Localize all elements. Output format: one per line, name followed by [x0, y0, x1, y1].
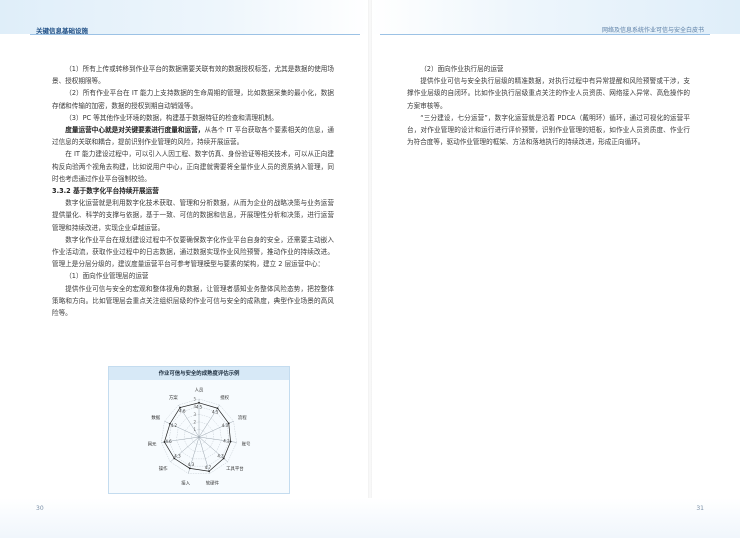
radar-value-label: 4.5 — [196, 405, 203, 410]
paragraph: （1）所有上传或转移到作业平台的数据需要关联有效的数据授权标签，尤其是数据的使用… — [52, 65, 334, 86]
radar-chart: 人员授权流程账号工具平台软硬件接入操作网元数据方案123454.54.54.34… — [148, 387, 251, 486]
radar-axis-label: 流程 — [238, 414, 247, 421]
radar-value-label: 4.3 — [222, 423, 229, 428]
radar-value-label: 4.2 — [223, 439, 230, 444]
radar-value-label: 4.6 — [179, 409, 186, 414]
paragraph: 在 IT 能力建设过程中，可以引入人因工程、数字仿真、身份验证等相关技术，可以从… — [52, 150, 334, 183]
radar-tick-label: 1 — [193, 427, 196, 432]
radar-axis-label: 网元 — [148, 442, 157, 448]
radar-axis-label: 软硬件 — [206, 479, 220, 486]
radar-axis-label: 授权 — [220, 394, 229, 401]
radar-tick-label: 5 — [193, 397, 196, 402]
radar-value-label: 4.5 — [212, 409, 219, 414]
radar-data-point — [198, 401, 200, 404]
radar-value-label: 4.7 — [205, 465, 212, 470]
radar-value-label: 4.3 — [188, 462, 195, 467]
radar-axis-label: 方案 — [169, 394, 178, 401]
radar-axis-label: 操作 — [159, 465, 168, 472]
bold-lead: 度量运营中心就是对关键要素进行度量和运营， — [65, 126, 205, 135]
paragraph: （2）面向作业执行层的运营 — [420, 65, 504, 73]
radar-tick-label: 3 — [193, 412, 196, 417]
header-right-title: 网络及信息系统作业可信与安全白皮书 — [601, 27, 704, 34]
page-number-right: 31 — [696, 505, 704, 512]
radar-axis-label: 接入 — [181, 479, 190, 486]
radar-data-point — [229, 440, 232, 443]
radar-data-point — [188, 467, 191, 470]
header-divider-right — [380, 34, 710, 35]
paragraph: 提供作业可信与安全的宏观和整体视角的数据，让管理者感知业务整体风险态势，把控整体… — [52, 284, 334, 318]
radar-value-label: 4.2 — [171, 423, 178, 428]
paragraph: （3）PC 等其他作业环境的数据，构建基于数据特征的检查和清理机制。 — [65, 113, 278, 122]
paragraph: （2）所有作业平台在 IT 能力上支持数据的生命周期的管理，比如数据采集的最小化… — [52, 89, 334, 110]
paragraph: 数字化作业平台在规划建设过程中不仅要确保数字化作业平台自身的安全，还需要主动嵌入… — [52, 235, 334, 269]
document-spread: 关键信息基础设施 网络及信息系统作业可信与安全白皮书 （1）所有上传或转移到作业… — [0, 0, 740, 538]
paragraph: 数字化运营就是利用数字化技术获取、管理和分析数据，从而为企业的战略决策与业务运营… — [52, 199, 334, 232]
radar-axis-label: 数据 — [151, 414, 160, 421]
radar-tick-label: 2 — [193, 419, 196, 424]
footer-band — [0, 498, 740, 538]
header-divider-left — [30, 34, 360, 35]
radar-value-label: 4.6 — [165, 439, 172, 444]
page-gutter — [368, 0, 372, 538]
left-page-text: （1）所有上传或转移到作业平台的数据需要关联有效的数据授权标签，尤其是数据的使用… — [52, 63, 334, 319]
chart-title: 作业可信与安全的成熟度评估示例 — [158, 371, 240, 377]
paragraph: 度量运营中心就是对关键要素进行度量和运营，从各个 IT 平台获取各个要素相关的信… — [52, 124, 334, 148]
right-page-text: （2）面向作业执行层的运营 提供作业可信与安全执行层级的精准数据，对执行过程中有… — [407, 63, 690, 148]
paragraph: 提供作业可信与安全执行层级的精准数据，对执行过程中有异常提醒和风险预警或干涉，支… — [407, 77, 690, 110]
radar-axis-label: 人员 — [195, 387, 204, 393]
radar-axis-label: 账号 — [242, 441, 251, 448]
page-number-left: 30 — [36, 505, 44, 512]
paragraph: （1）面向作业管理层的运营 — [65, 272, 149, 281]
radar-value-label: 4.3 — [217, 453, 224, 458]
radar-value-label: 4.3 — [174, 453, 181, 458]
section-heading: 3.3.2 基于数字化平台持续开展运营 — [52, 187, 159, 196]
radar-axis-label: 工具平台 — [226, 465, 244, 472]
radar-data-point — [208, 470, 210, 473]
radar-chart-panel: 作业可信与安全的成熟度评估示例 人员授权流程账号工具平台 软硬件 接入 操作 网元 数据 方… — [108, 366, 290, 494]
paragraph: “三分建设，七分运营”，数字化运营就是沿着 PDCA（戴明环）循环，通过可视化的… — [407, 113, 690, 147]
